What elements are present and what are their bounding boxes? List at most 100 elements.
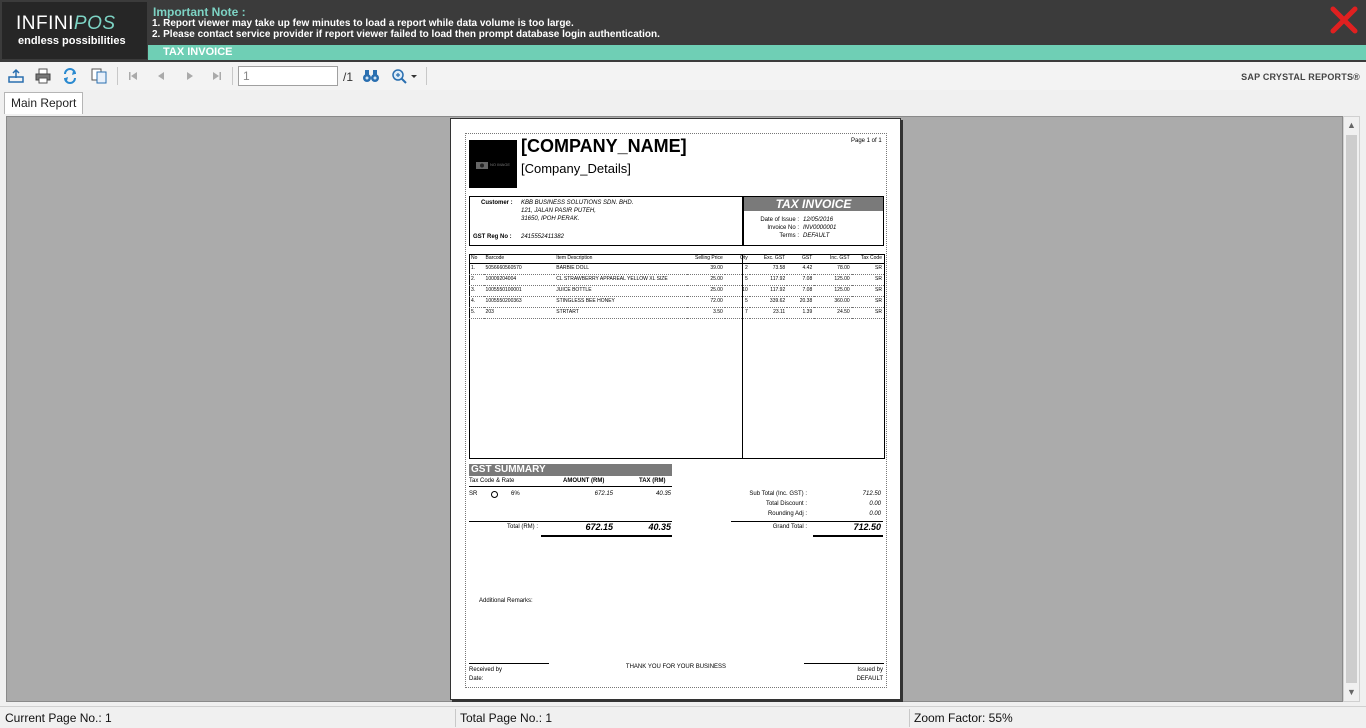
col-selling-price: Selling Price (687, 254, 725, 264)
cell: 3. (469, 285, 484, 297)
terms-value: DEFAULT (803, 233, 830, 239)
gst-tax: 40.35 (655, 491, 671, 497)
cell: 1.39 (787, 307, 815, 319)
camera-icon (475, 161, 488, 169)
last-page-icon[interactable] (207, 67, 227, 85)
rounding-value: 0.00 (869, 511, 881, 517)
cell: 7.08 (787, 274, 815, 286)
cell: 339.62 (749, 296, 788, 308)
refresh-icon[interactable] (60, 67, 80, 85)
report-toolbar: /1 SAP CRYSTAL REPORTS® (0, 62, 1366, 90)
col-barcode: Barcode (483, 254, 555, 264)
cell: 5 (724, 296, 750, 308)
received-by-rule (469, 663, 549, 664)
cell: 5. (469, 307, 484, 319)
date-value: 12/05/2016 (803, 217, 834, 223)
zoom-dropdown-icon[interactable] (409, 67, 419, 85)
report-title-bar: TAX INVOICE (148, 45, 1366, 60)
cell: 2 (724, 263, 750, 275)
copy-icon[interactable] (89, 67, 109, 85)
table-row: 3. 1005550100001 JUICE BOTTLE 25.00 10 117.92… (469, 285, 884, 297)
cell: SR (851, 285, 884, 297)
scroll-thumb[interactable] (1346, 135, 1357, 683)
scroll-up-icon[interactable]: ▲ (1347, 120, 1356, 130)
cell: 4. (469, 296, 484, 308)
discount-value: 0.00 (869, 501, 881, 507)
col-gst: GST (787, 254, 815, 264)
cell: 117.92 (749, 285, 788, 297)
customer-label: Customer : (481, 200, 513, 206)
cell: SR (851, 274, 884, 286)
cell: 23.11 (749, 307, 788, 319)
customer-line-3: 31650, IPOH PERAK. (521, 216, 580, 222)
tab-main-report[interactable]: Main Report (4, 92, 84, 114)
subtotal-value: 712.50 (862, 491, 881, 497)
gst-reg-value: 2415552411382 (521, 234, 564, 240)
company-details: [Company_Details] (521, 161, 631, 176)
cell: 39.00 (687, 263, 725, 275)
page-number-input[interactable] (238, 66, 338, 86)
col-no: No (469, 254, 484, 264)
cell: SR (851, 307, 884, 319)
vertical-scrollbar[interactable]: ▲ ▼ (1343, 116, 1360, 702)
issued-by-value: DEFAULT (856, 676, 883, 682)
note-title: Important Note : (153, 5, 246, 19)
gst-col-amount: AMOUNT (RM) (563, 478, 605, 484)
toolbar-separator (426, 67, 427, 85)
gst-reg-label: GST Reg No : (473, 234, 512, 240)
toolbar-separator (232, 67, 233, 85)
gst-header-rule (469, 486, 672, 487)
cell: JUICE BOTTLE (554, 285, 688, 297)
logo-pos: POS (73, 13, 116, 34)
gst-rate: 6% (511, 491, 520, 497)
print-icon[interactable] (33, 67, 53, 85)
table-row: 4. 1005550200363 STINGLESS BEE HONEY 72.00 5… (469, 296, 884, 308)
toolbar-separator (117, 67, 118, 85)
issued-by-rule (804, 663, 884, 664)
binoculars-icon[interactable] (361, 67, 381, 85)
col-description: Item Description (554, 254, 688, 264)
col-exc-gst: Exc. GST (749, 254, 788, 264)
date-footer-label: Date: (469, 676, 484, 682)
cell: 25.00 (687, 274, 725, 286)
table-row: 2. 10009204004 CL STRAWBERRY APPAREAL YELL… (469, 274, 884, 286)
first-page-icon[interactable] (123, 67, 143, 85)
col-inc-gst: Inc. GST (814, 254, 852, 264)
cell: 10009204004 (483, 274, 555, 286)
cell: 1005550100001 (483, 285, 555, 297)
cell: 3.50 (687, 307, 725, 319)
gst-col-tax: TAX (RM) (639, 478, 666, 484)
cell: 1005550200363 (483, 296, 555, 308)
scroll-down-icon[interactable]: ▼ (1347, 687, 1356, 697)
export-icon[interactable] (6, 67, 26, 85)
terms-label: Terms : (779, 233, 799, 239)
customer-line-2: 121, JALAN PASIR PUTEH, (521, 208, 596, 214)
close-icon[interactable] (1330, 6, 1358, 34)
top-banner: INFINIPOS endless possibilities Importan… (0, 0, 1366, 62)
no-image-label: NO IMAGE (489, 161, 510, 167)
note-line-2: 2. Please contact service provider if re… (152, 29, 660, 40)
next-page-icon[interactable] (180, 67, 200, 85)
gst-amount: 672.15 (594, 491, 613, 497)
zoom-icon[interactable] (390, 67, 410, 85)
grand-total-underline (813, 535, 883, 537)
cell: 20.38 (787, 296, 815, 308)
status-bar: Current Page No.: 1 Total Page No.: 1 Zo… (0, 706, 1366, 728)
report-page: NO IMAGE [COMPANY_NAME] [Company_Details… (450, 118, 901, 700)
cell: 203 (483, 307, 555, 319)
report-title: TAX INVOICE (163, 46, 233, 58)
previous-page-icon[interactable] (151, 67, 171, 85)
invoice-no-value: INV0000001 (803, 225, 837, 231)
cell: 24.50 (814, 307, 852, 319)
status-divider (909, 709, 910, 727)
cell: STRTART (554, 307, 688, 319)
current-page-status: Current Page No.: 1 (5, 711, 112, 725)
cell: 78.00 (814, 263, 852, 275)
logo-tagline: endless possibilities (18, 35, 126, 47)
zoom-status: Zoom Factor: 55% (914, 711, 1013, 725)
table-row: 1. 5056660560570 BARBIE DOLL 39.00 2 73.58 4.4… (469, 263, 884, 275)
thank-you-label: THANK YOU FOR YOUR BUSINESS (625, 664, 727, 670)
cell: STINGLESS BEE HONEY (554, 296, 688, 308)
page-of-label: Page 1 of 1 (851, 138, 882, 144)
note-line-1: 1. Report viewer may take up few minutes… (152, 18, 574, 29)
